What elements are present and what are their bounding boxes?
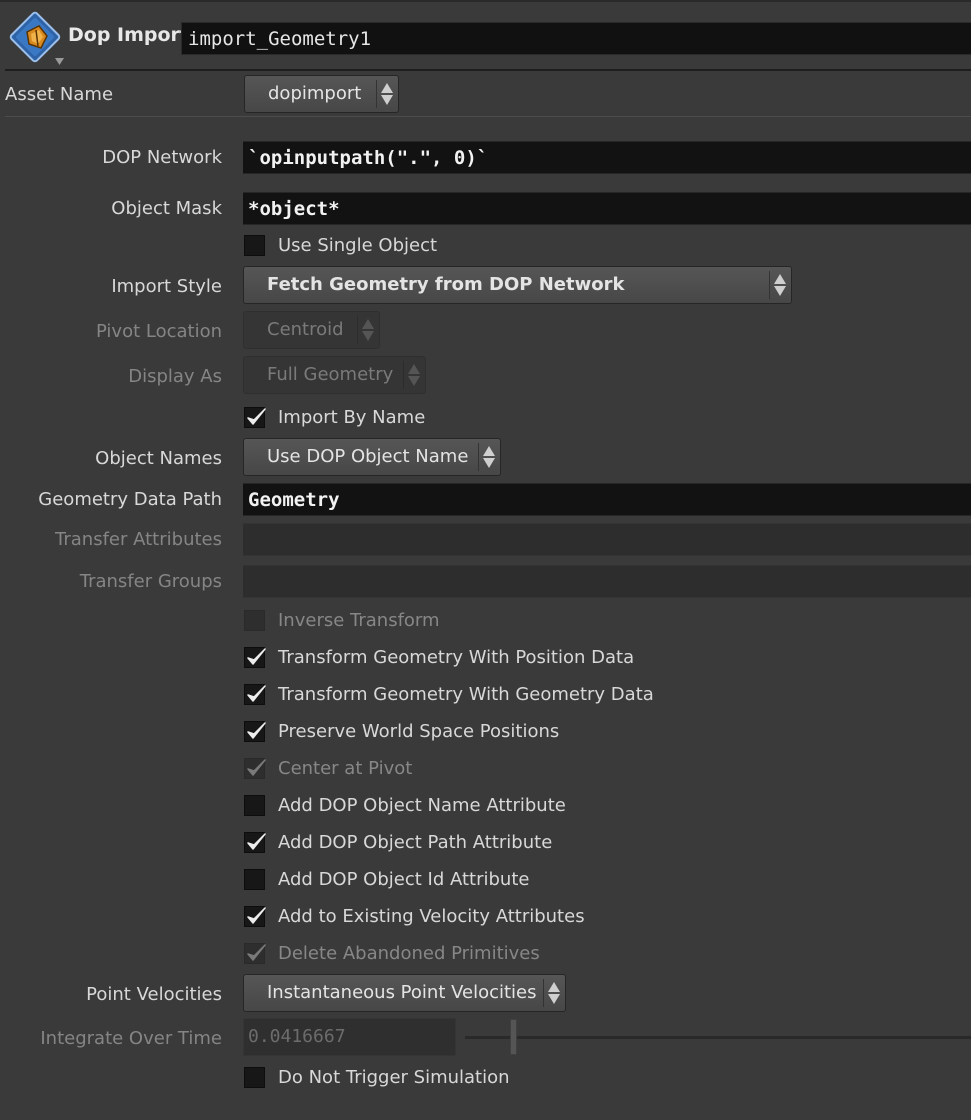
do-not-trigger-label: Do Not Trigger Simulation (278, 1067, 510, 1088)
dop-network-label: DOP Network (102, 147, 222, 168)
geometry-data-path-label: Geometry Data Path (38, 489, 222, 510)
checkmark-icon (247, 722, 266, 739)
transfer-groups-field[interactable] (243, 565, 971, 598)
checkmark-icon (247, 944, 266, 961)
add-velocity-label: Add to Existing Velocity Attributes (278, 906, 585, 927)
dop-import-node-icon[interactable] (8, 10, 64, 66)
integrate-over-time-label: Integrate Over Time (40, 1028, 222, 1049)
display-as-menu[interactable]: Full Geometry (243, 356, 426, 394)
import-by-name-checkbox[interactable] (244, 407, 266, 428)
checkmark-icon (247, 685, 266, 702)
use-single-object-checkbox[interactable] (244, 235, 265, 256)
do-not-trigger-checkbox[interactable] (244, 1067, 265, 1088)
pivot-location-label: Pivot Location (95, 321, 222, 342)
center-at-pivot-checkbox[interactable] (244, 758, 266, 779)
integrate-over-time-slider-handle[interactable] (510, 1019, 517, 1055)
use-single-object-label: Use Single Object (278, 235, 438, 256)
asset-name-label: Asset Name (5, 84, 114, 105)
inverse-transform-checkbox[interactable] (244, 610, 265, 631)
import-style-menu[interactable]: Fetch Geometry from DOP Network (243, 266, 792, 304)
preserve-world-checkbox[interactable] (244, 721, 266, 742)
delete-abandoned-checkbox[interactable] (244, 943, 266, 964)
geometry-data-path-field[interactable]: Geometry (243, 483, 971, 516)
object-names-label: Object Names (95, 448, 222, 469)
import-by-name-label: Import By Name (278, 407, 426, 428)
checkmark-icon (247, 833, 266, 850)
add-velocity-checkbox[interactable] (244, 906, 266, 927)
object-mask-label: Object Mask (111, 198, 222, 219)
integrate-over-time-field[interactable]: 0.0416667 (243, 1018, 456, 1056)
point-velocities-label: Point Velocities (86, 984, 222, 1005)
add-path-attr-checkbox[interactable] (244, 832, 266, 853)
center-at-pivot-label: Center at Pivot (278, 758, 413, 779)
transfer-attributes-label: Transfer Attributes (55, 529, 222, 550)
header-divider (5, 69, 971, 71)
checkmark-icon (247, 759, 266, 776)
object-names-menu[interactable]: Use DOP Object Name (243, 438, 501, 476)
pivot-location-menu[interactable]: Centroid (243, 311, 380, 349)
transform-geometry-label: Transform Geometry With Geometry Data (278, 684, 654, 705)
transfer-groups-label: Transfer Groups (79, 571, 222, 592)
node-type-label: Dop Import (68, 24, 190, 46)
display-as-value: Full Geometry (267, 364, 394, 385)
delete-abandoned-label: Delete Abandoned Primitives (278, 943, 540, 964)
menu-arrows-icon (478, 443, 497, 471)
add-name-attr-checkbox[interactable] (244, 795, 265, 816)
point-velocities-value: Instantaneous Point Velocities (267, 982, 537, 1003)
menu-arrows-icon (769, 271, 788, 299)
import-style-value: Fetch Geometry from DOP Network (267, 274, 625, 295)
integrate-over-time-slider-track[interactable] (465, 1036, 971, 1039)
transfer-attributes-field[interactable] (243, 523, 971, 556)
transform-geometry-checkbox[interactable] (244, 684, 266, 705)
asset-name-value: dopimport (268, 83, 362, 104)
dop-network-field[interactable]: `opinputpath(".", 0)` (243, 141, 971, 174)
add-name-attr-label: Add DOP Object Name Attribute (278, 795, 566, 816)
checkmark-icon (247, 648, 266, 665)
add-id-attr-label: Add DOP Object Id Attribute (278, 869, 530, 890)
transform-position-label: Transform Geometry With Position Data (278, 647, 635, 668)
menu-arrows-icon (543, 979, 562, 1007)
menu-arrows-icon (376, 80, 395, 108)
menu-arrows-icon (357, 316, 376, 344)
node-name-field[interactable]: import_Geometry1 (181, 22, 971, 55)
checkmark-icon (247, 408, 266, 425)
object-mask-field[interactable]: *object* (243, 192, 971, 225)
menu-arrows-icon (403, 361, 422, 389)
object-names-value: Use DOP Object Name (267, 446, 469, 467)
point-velocities-menu[interactable]: Instantaneous Point Velocities (243, 974, 566, 1012)
display-as-label: Display As (128, 366, 222, 387)
asset-name-menu[interactable]: dopimport (244, 75, 399, 113)
pivot-location-value: Centroid (267, 319, 344, 340)
preserve-world-label: Preserve World Space Positions (278, 721, 560, 742)
checkmark-icon (247, 907, 266, 924)
transform-position-checkbox[interactable] (244, 647, 266, 668)
import-style-label: Import Style (111, 276, 222, 297)
asset-divider (5, 116, 971, 117)
inverse-transform-label: Inverse Transform (278, 610, 440, 631)
add-id-attr-checkbox[interactable] (244, 869, 265, 890)
top-border (0, 0, 971, 2)
add-path-attr-label: Add DOP Object Path Attribute (278, 832, 553, 853)
